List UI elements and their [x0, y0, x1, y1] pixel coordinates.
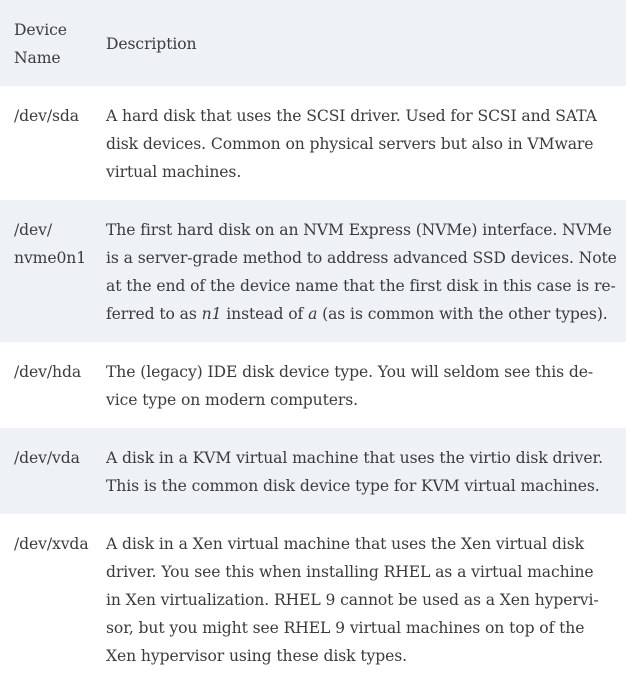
- description-cell: The first hard disk on an NVM Express (N…: [106, 200, 626, 342]
- table-row: /dev/xvda A disk in a Xen virtual machin…: [0, 514, 626, 684]
- description-cell: A disk in a Xen virtual machine that use…: [106, 535, 599, 665]
- table-row: /dev/ nvme0n1 The first hard disk on an …: [0, 200, 626, 342]
- table-header-row: Device Name Description: [0, 0, 626, 86]
- header-description: Description: [106, 0, 626, 86]
- description-cell: A hard disk that uses the SCSI driver. U…: [106, 107, 597, 181]
- device-names-table: Device Name Description /dev/sda A hard …: [0, 0, 626, 684]
- header-device-name: Device Name: [0, 0, 106, 86]
- header-device-name-line: Name: [14, 49, 61, 67]
- device-name-cell: /dev/vda: [0, 428, 106, 514]
- header-device-name-line: Device: [14, 21, 67, 39]
- table-row: /dev/hda The (legacy) IDE disk device ty…: [0, 342, 626, 428]
- description-line-with-emphasis: ferred to as n1 instead of a (as is comm…: [106, 305, 608, 323]
- table-row: /dev/sda A hard disk that uses the SCSI …: [0, 86, 626, 200]
- description-cell: A disk in a KVM virtual machine that use…: [106, 428, 626, 514]
- device-name-cell: /dev/xvda: [14, 535, 89, 553]
- table-row: /dev/vda A disk in a KVM virtual machine…: [0, 428, 626, 514]
- device-name-cell: /dev/hda: [14, 363, 82, 381]
- description-cell: The (legacy) IDE disk device type. You w…: [106, 363, 594, 409]
- device-name-cell: /dev/ nvme0n1: [0, 200, 106, 342]
- device-name-cell: /dev/sda: [14, 107, 80, 125]
